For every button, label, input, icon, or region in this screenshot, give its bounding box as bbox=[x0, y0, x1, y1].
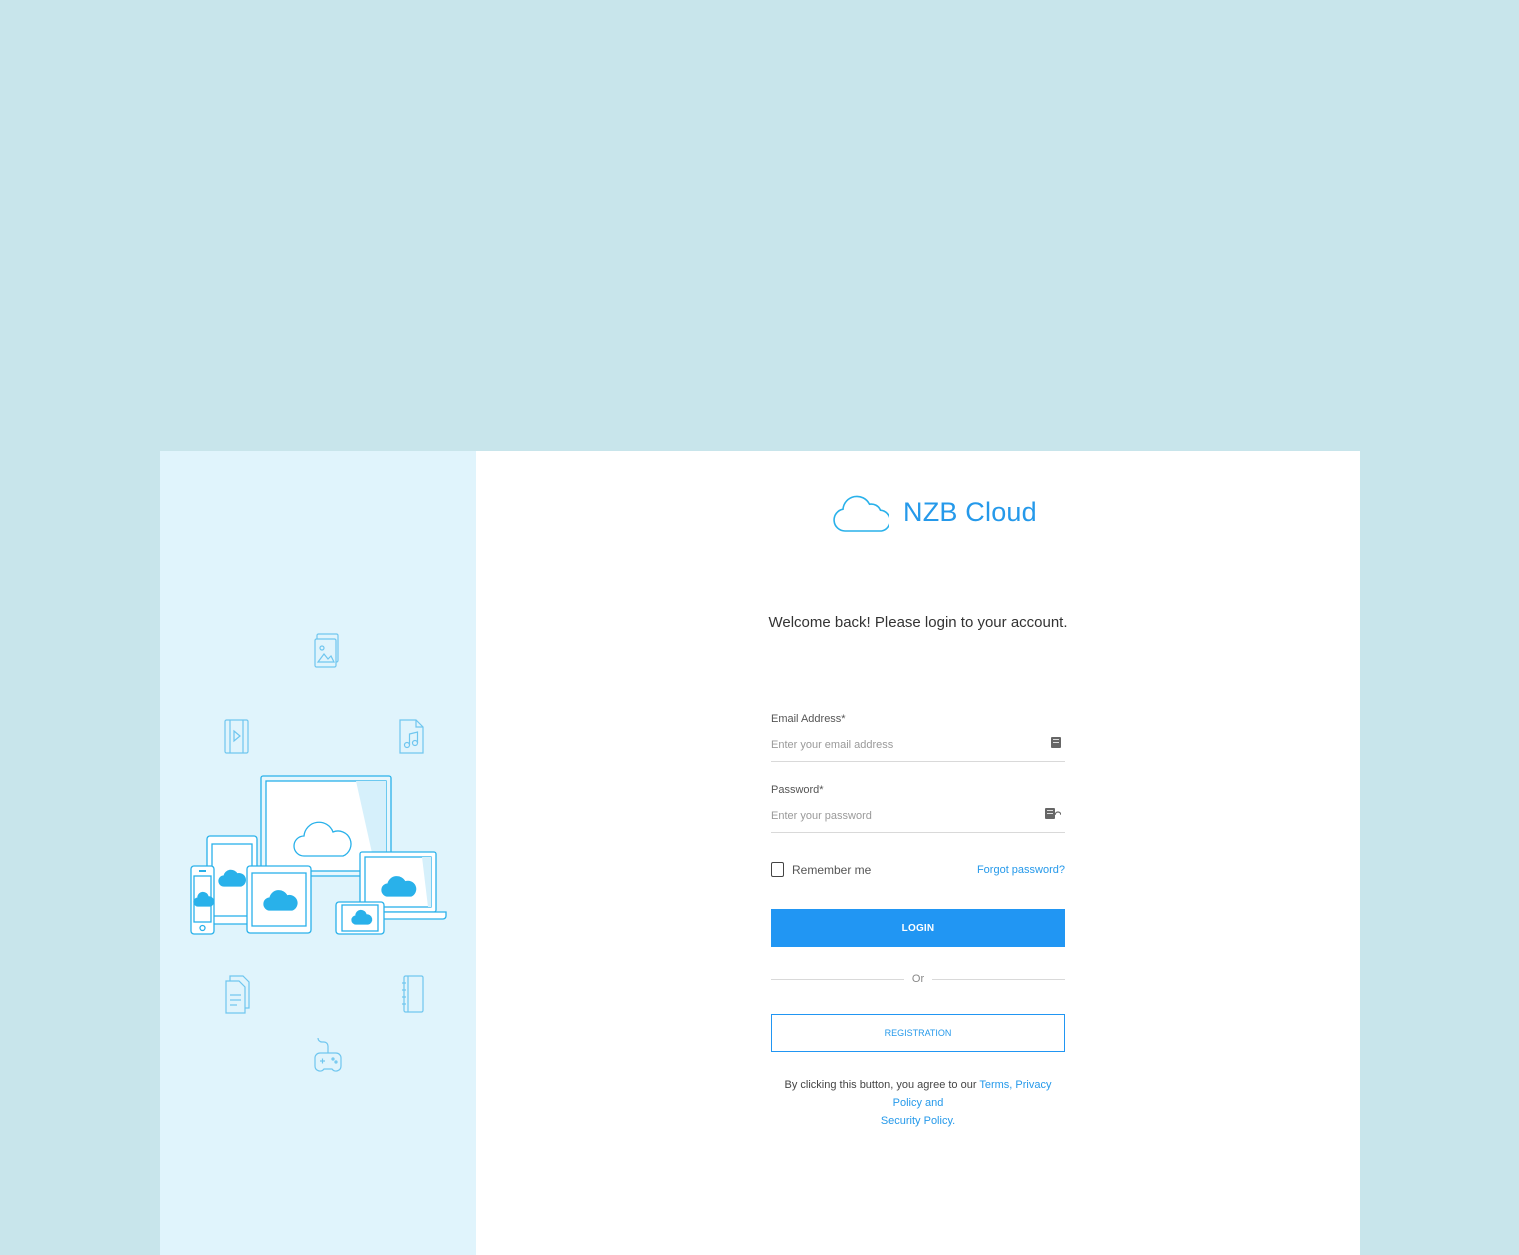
brand-name: NZB Cloud bbox=[903, 496, 1037, 527]
password-field[interactable] bbox=[771, 802, 1031, 830]
music-file-icon bbox=[399, 719, 424, 754]
terms-link[interactable]: Terms, bbox=[979, 1079, 1012, 1091]
login-card: NZB Cloud Welcome back! Please login to … bbox=[160, 451, 1360, 1255]
remember-row: Remember me Forgot password? bbox=[771, 862, 1065, 877]
forgot-password-link[interactable]: Forgot password? bbox=[977, 864, 1065, 876]
notebook-icon bbox=[402, 975, 424, 1013]
email-field-wrapper bbox=[771, 731, 1065, 762]
email-card-icon bbox=[1051, 737, 1061, 748]
image-file-icon bbox=[314, 633, 339, 668]
illustration-panel bbox=[160, 451, 476, 1255]
password-field-wrapper bbox=[771, 802, 1065, 833]
devices-cloud-icon bbox=[190, 775, 447, 935]
brand: NZB Cloud bbox=[833, 490, 1037, 534]
remember-checkbox[interactable] bbox=[771, 862, 784, 877]
login-form-panel: NZB Cloud Welcome back! Please login to … bbox=[476, 451, 1360, 1255]
video-file-icon bbox=[224, 719, 249, 754]
remember-option[interactable]: Remember me bbox=[771, 862, 871, 877]
registration-button[interactable]: REGISTRATION bbox=[771, 1014, 1065, 1052]
terms-prefix: By clicking this button, you agree to ou… bbox=[784, 1079, 980, 1091]
login-form: Email Address* Password* bbox=[771, 713, 1066, 1130]
password-key-icon[interactable] bbox=[1045, 808, 1061, 819]
welcome-message: Welcome back! Please login to your accou… bbox=[768, 614, 1068, 631]
divider-line-left bbox=[771, 978, 904, 980]
cloud-icon bbox=[833, 495, 889, 532]
email-label: Email Address* bbox=[771, 713, 846, 725]
security-policy-link[interactable]: Security Policy. bbox=[881, 1115, 955, 1127]
remember-label: Remember me bbox=[792, 862, 872, 877]
email-field[interactable] bbox=[771, 731, 1031, 759]
document-file-icon bbox=[225, 975, 250, 1014]
or-divider: Or bbox=[771, 971, 1066, 987]
terms-notice: By clicking this button, you agree to ou… bbox=[771, 1076, 1065, 1130]
login-button[interactable]: LOGIN bbox=[771, 909, 1065, 947]
password-label: Password* bbox=[771, 784, 824, 796]
or-label: Or bbox=[911, 973, 925, 985]
divider-line-right bbox=[932, 978, 1066, 980]
gamepad-icon bbox=[314, 1037, 342, 1072]
